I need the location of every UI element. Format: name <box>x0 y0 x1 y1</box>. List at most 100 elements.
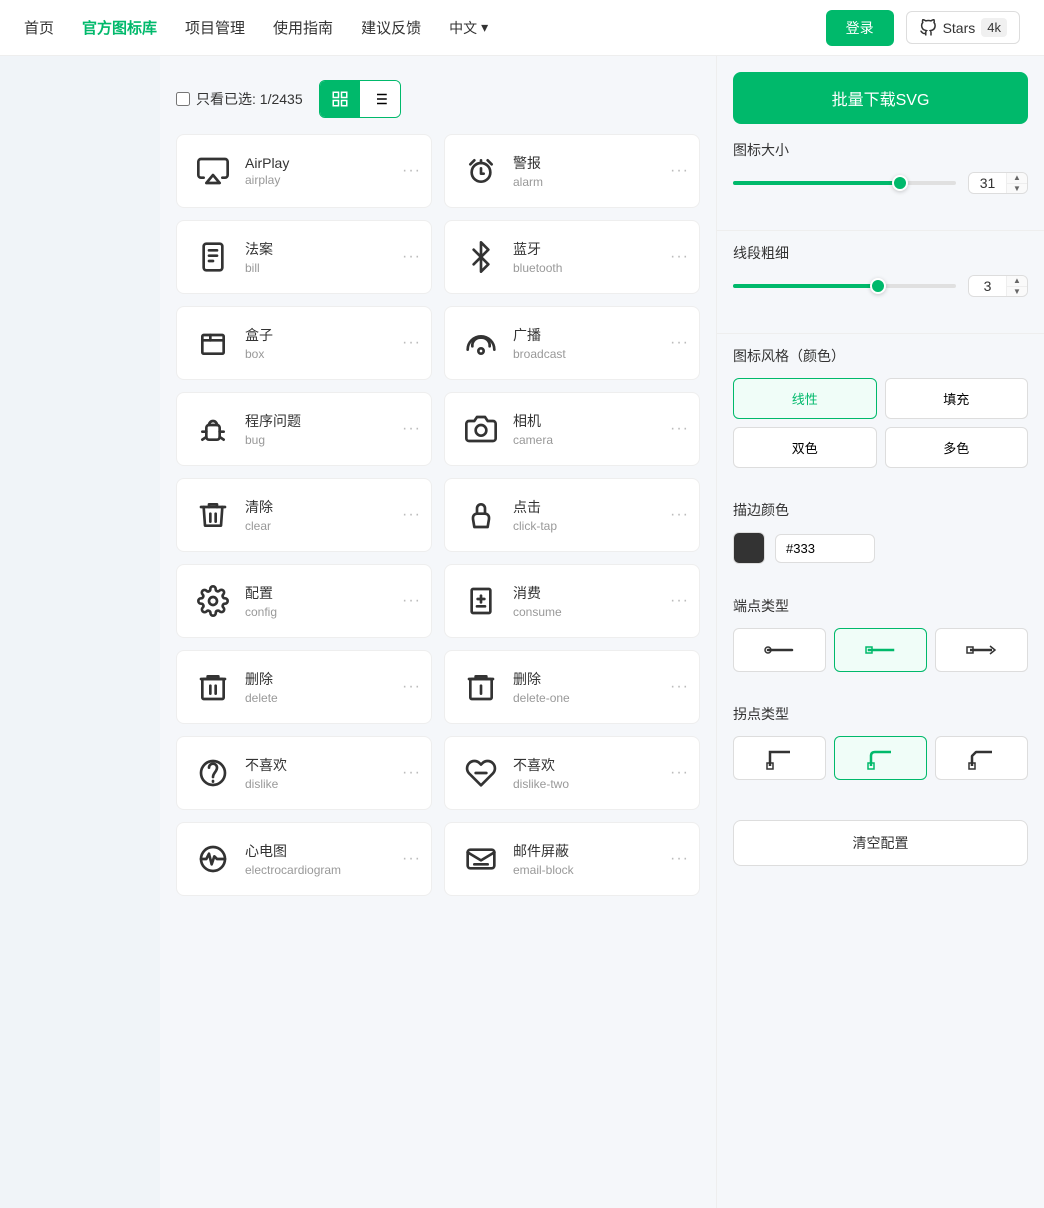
icon-more-camera[interactable]: ··· <box>670 420 689 438</box>
icon-more-broadcast[interactable]: ··· <box>670 334 689 352</box>
icon-name-en-click-tap: click-tap <box>513 519 683 533</box>
icon-name-zh-bug: 程序问题 <box>245 411 415 431</box>
icon-name-zh-camera: 相机 <box>513 411 683 431</box>
icon-name-en-delete: delete <box>245 691 415 705</box>
anchor-bevel[interactable] <box>935 736 1028 780</box>
icon-more-click-tap[interactable]: ··· <box>670 506 689 524</box>
stars-button[interactable]: Stars 4k <box>906 11 1020 44</box>
icon-more-box[interactable]: ··· <box>402 334 421 352</box>
icon-more-delete[interactable]: ··· <box>402 678 421 696</box>
icon-more-bill[interactable]: ··· <box>402 248 421 266</box>
icon-more-alarm[interactable]: ··· <box>670 162 689 180</box>
icon-card-clear[interactable]: 清除clear··· <box>176 478 432 552</box>
icon-more-delete-one[interactable]: ··· <box>670 678 689 696</box>
endpoint-label: 端点类型 <box>733 596 1028 616</box>
show-selected-label[interactable]: 只看已选: 1/2435 <box>176 89 303 109</box>
stroke-width-thumb[interactable] <box>870 278 886 294</box>
stroke-width-down[interactable]: ▼ <box>1007 287 1027 297</box>
icon-more-email-block[interactable]: ··· <box>670 850 689 868</box>
icon-card-dislike-two[interactable]: 不喜欢dislike-two··· <box>444 736 700 810</box>
stroke-color-label: 描边颜色 <box>733 500 1028 520</box>
clear-config-button[interactable]: 清空配置 <box>733 820 1028 866</box>
icon-size-label: 图标大小 <box>733 140 1028 160</box>
style-dual-color[interactable]: 双色 <box>733 427 877 468</box>
style-linear[interactable]: 线性 <box>733 378 877 419</box>
icon-card-camera[interactable]: 相机camera··· <box>444 392 700 466</box>
icon-info-alarm: 警报alarm <box>513 153 683 189</box>
icon-more-airplay[interactable]: ··· <box>402 162 421 180</box>
icon-more-dislike[interactable]: ··· <box>402 764 421 782</box>
icon-card-delete-one[interactable]: 删除delete-one··· <box>444 650 700 724</box>
list-view-button[interactable] <box>360 81 400 117</box>
nav-feedback[interactable]: 建议反馈 <box>361 17 421 38</box>
icon-card-electrocardiogram[interactable]: 心电图electrocardiogram··· <box>176 822 432 896</box>
stroke-width-input[interactable]: 3 ▲ ▼ <box>968 275 1028 297</box>
color-input[interactable] <box>775 534 875 563</box>
icon-size-input[interactable]: 31 ▲ ▼ <box>968 172 1028 194</box>
icon-more-bluetooth[interactable]: ··· <box>670 248 689 266</box>
color-swatch[interactable] <box>733 532 765 564</box>
stroke-width-slider[interactable] <box>733 276 956 296</box>
icon-info-bluetooth: 蓝牙bluetooth <box>513 239 683 275</box>
toolbar: 只看已选: 1/2435 <box>176 72 700 134</box>
icon-name-zh-electrocardiogram: 心电图 <box>245 841 415 861</box>
icon-info-box: 盒子box <box>245 325 415 361</box>
icon-more-config[interactable]: ··· <box>402 592 421 610</box>
icon-more-consume[interactable]: ··· <box>670 592 689 610</box>
stroke-width-track <box>733 284 956 288</box>
icon-card-email-block[interactable]: 邮件屏蔽email-block··· <box>444 822 700 896</box>
icon-more-bug[interactable]: ··· <box>402 420 421 438</box>
anchor-label: 拐点类型 <box>733 704 1028 724</box>
endpoint-flat[interactable] <box>834 628 927 672</box>
icon-size-down[interactable]: ▼ <box>1007 184 1027 194</box>
nav-project-mgmt[interactable]: 项目管理 <box>185 17 245 38</box>
icon-card-dislike[interactable]: 不喜欢dislike··· <box>176 736 432 810</box>
icon-card-airplay[interactable]: AirPlayairplay··· <box>176 134 432 208</box>
box-icon <box>193 323 233 363</box>
icon-card-consume[interactable]: 消费consume··· <box>444 564 700 638</box>
icon-info-airplay: AirPlayairplay <box>245 155 415 187</box>
icon-size-slider[interactable] <box>733 173 956 193</box>
icon-card-broadcast[interactable]: 广播broadcast··· <box>444 306 700 380</box>
anchor-miter[interactable] <box>733 736 826 780</box>
icon-card-box[interactable]: 盒子box··· <box>176 306 432 380</box>
icon-card-alarm[interactable]: 警报alarm··· <box>444 134 700 208</box>
broadcast-icon <box>461 323 501 363</box>
icon-name-zh-delete-one: 删除 <box>513 669 683 689</box>
dislike-icon <box>193 753 233 793</box>
nav-language[interactable]: 中文 ▾ <box>449 18 488 38</box>
login-button[interactable]: 登录 <box>826 10 894 46</box>
icon-card-bill[interactable]: 法案bill··· <box>176 220 432 294</box>
icon-size-thumb[interactable] <box>892 175 908 191</box>
style-fill[interactable]: 填充 <box>885 378 1029 419</box>
icon-info-broadcast: 广播broadcast <box>513 325 683 361</box>
icon-info-click-tap: 点击click-tap <box>513 497 683 533</box>
header-right: 登录 Stars 4k <box>826 10 1020 46</box>
icon-name-en-config: config <box>245 605 415 619</box>
icon-more-clear[interactable]: ··· <box>402 506 421 524</box>
endpoint-arrow[interactable] <box>935 628 1028 672</box>
icon-card-delete[interactable]: 删除delete··· <box>176 650 432 724</box>
color-row <box>733 532 1028 564</box>
nav-usage-guide[interactable]: 使用指南 <box>273 17 333 38</box>
icon-card-config[interactable]: 配置config··· <box>176 564 432 638</box>
stroke-color-section: 描边颜色 <box>717 500 1044 596</box>
stroke-width-up[interactable]: ▲ <box>1007 276 1027 287</box>
nav-home[interactable]: 首页 <box>24 17 54 38</box>
icon-name-en-dislike-two: dislike-two <box>513 777 683 791</box>
icon-info-electrocardiogram: 心电图electrocardiogram <box>245 841 415 877</box>
endpoint-round[interactable] <box>733 628 826 672</box>
nav-icon-library[interactable]: 官方图标库 <box>82 17 157 38</box>
icon-card-bug[interactable]: 程序问题bug··· <box>176 392 432 466</box>
show-selected-checkbox[interactable] <box>176 92 190 106</box>
icon-card-bluetooth[interactable]: 蓝牙bluetooth··· <box>444 220 700 294</box>
endpoint-arrow-icon <box>966 640 998 660</box>
icon-more-electrocardiogram[interactable]: ··· <box>402 850 421 868</box>
anchor-round[interactable] <box>834 736 927 780</box>
style-multi-color[interactable]: 多色 <box>885 427 1029 468</box>
icon-card-click-tap[interactable]: 点击click-tap··· <box>444 478 700 552</box>
grid-view-button[interactable] <box>320 81 360 117</box>
download-svg-button[interactable]: 批量下载SVG <box>733 72 1028 124</box>
icon-more-dislike-two[interactable]: ··· <box>670 764 689 782</box>
icon-size-up[interactable]: ▲ <box>1007 173 1027 184</box>
